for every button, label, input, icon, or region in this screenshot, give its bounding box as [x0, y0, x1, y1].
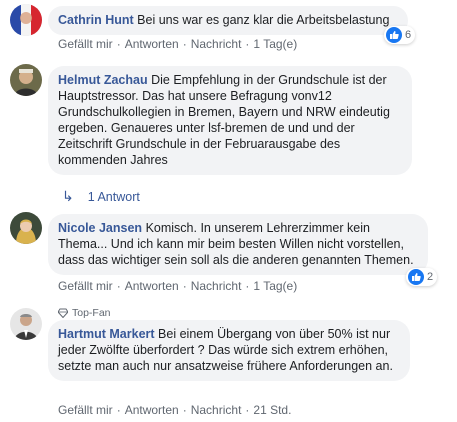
comment-bubble: Cathrin Hunt Bei uns war es ganz klar di…	[48, 6, 408, 35]
replies-count[interactable]: 1 Antwort	[88, 190, 140, 204]
reaction-summary[interactable]: 6	[384, 26, 416, 44]
like-icon	[408, 269, 424, 285]
comment-bubble: Helmut Zachau Die Empfehlung in der Grun…	[48, 66, 412, 175]
comment-actions: Gefällt mir · Antworten · Nachricht · 1 Tag(e)	[58, 279, 298, 293]
avatar[interactable]	[10, 308, 42, 340]
like-button[interactable]: Gefällt mir	[58, 403, 113, 417]
comment-bubble: Nicole Jansen Komisch. In unserem Lehrer…	[48, 214, 428, 275]
timestamp[interactable]: 1 Tag(e)	[253, 37, 297, 51]
avatar[interactable]	[10, 212, 42, 244]
comment-bubble: Hartmut Markert Bei einem Übergang von ü…	[48, 320, 410, 381]
comment-text: Die Empfehlung in der Grundschule ist de…	[58, 73, 390, 167]
badge-label: Top-Fan	[72, 307, 111, 319]
like-button[interactable]: Gefällt mir	[58, 37, 113, 51]
comment-author[interactable]: Helmut Zachau	[58, 73, 148, 87]
avatar[interactable]	[10, 4, 42, 36]
comment-author[interactable]: Hartmut Markert	[58, 327, 155, 341]
message-button[interactable]: Nachricht	[191, 403, 242, 417]
comment-actions: Gefällt mir · Antworten · Nachricht · 21 Std.	[58, 403, 292, 417]
comment-author[interactable]: Nicole Jansen	[58, 221, 142, 235]
reply-button[interactable]: Antworten	[125, 279, 179, 293]
reply-arrow-icon: ↳	[62, 188, 74, 204]
timestamp[interactable]: 1 Tag(e)	[253, 279, 297, 293]
reply-button[interactable]: Antworten	[125, 37, 179, 51]
comment-actions: Gefällt mir · Antworten · Nachricht · 1 Tag(e)	[58, 37, 298, 51]
like-icon	[386, 27, 402, 43]
view-replies-link[interactable]: ↳ 1 Antwort	[62, 188, 140, 205]
like-button[interactable]: Gefällt mir	[58, 279, 113, 293]
comment-author[interactable]: Cathrin Hunt	[58, 13, 134, 27]
reply-button[interactable]: Antworten	[125, 403, 179, 417]
reaction-count: 6	[405, 29, 412, 41]
reaction-count: 2	[427, 271, 434, 283]
timestamp[interactable]: 21 Std.	[253, 403, 291, 417]
comment-text: Bei uns war es ganz klar die Arbeitsbela…	[137, 13, 390, 27]
reaction-summary[interactable]: 2	[406, 268, 438, 286]
top-fan-diamond-icon	[58, 308, 68, 318]
message-button[interactable]: Nachricht	[191, 279, 242, 293]
top-fan-badge[interactable]: Top-Fan	[58, 307, 111, 319]
message-button[interactable]: Nachricht	[191, 37, 242, 51]
avatar[interactable]	[10, 64, 42, 96]
